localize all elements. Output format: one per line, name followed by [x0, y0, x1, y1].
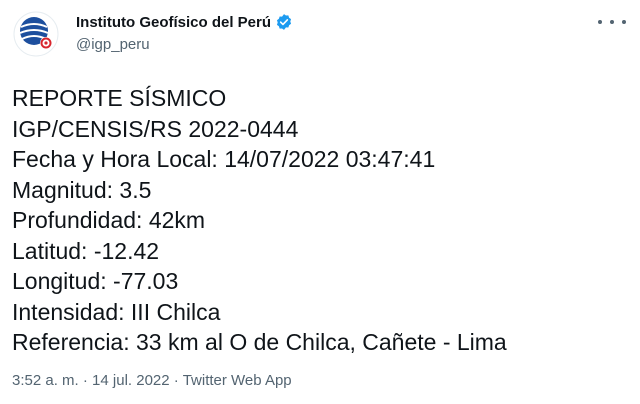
tweet-line-intensity: Intensidad: III Chilca	[12, 298, 221, 325]
tweet-line-datetime: Fecha y Hora Local: 14/07/2022 03:47:41	[12, 146, 436, 172]
tweet-text: REPORTE SÍSMICO IGP/CENSIS/RS 2022-0444 …	[12, 83, 632, 358]
tweet-line-magnitude: Magnitud: 3.5	[12, 176, 152, 203]
more-dot	[610, 20, 614, 24]
tweet-timestamp-date[interactable]: 14 jul. 2022	[92, 372, 170, 389]
meta-separator: ·	[82, 372, 88, 389]
tweet-timestamp-time[interactable]: 3:52 a. m.	[12, 372, 79, 389]
author-name-row: Instituto Geofísico del Perú	[76, 12, 293, 32]
more-dot	[598, 20, 602, 24]
tweet-line-latitude: Latitud: -12.42	[12, 237, 160, 264]
meta-separator: ·	[173, 372, 179, 389]
tweet-line-longitude: Longitud: -77.03	[12, 268, 179, 294]
tweet-line-reference: Referencia: 33 km al O de Chilca, Cañete…	[12, 329, 507, 355]
tweet-metadata: 3:52 a. m. · 14 jul. 2022 · Twitter Web …	[12, 372, 292, 389]
author-handle[interactable]: @igp_peru	[76, 36, 293, 53]
author-display-name[interactable]: Instituto Geofísico del Perú	[76, 14, 271, 31]
more-options-icon[interactable]	[598, 12, 626, 32]
tweet-card: Instituto Geofísico del Perú @igp_peru R…	[0, 0, 640, 404]
tweet-line-depth: Profundidad: 42km	[12, 207, 206, 233]
verified-badge-icon	[276, 14, 292, 30]
tweet-source[interactable]: Twitter Web App	[183, 372, 292, 389]
igp-logo-avatar[interactable]	[12, 10, 60, 58]
author-block: Instituto Geofísico del Perú @igp_peru	[76, 12, 293, 53]
more-dot	[622, 20, 626, 24]
tweet-line-title: REPORTE SÍSMICO	[12, 85, 227, 111]
tweet-line-report-id: IGP/CENSIS/RS 2022-0444	[12, 115, 299, 142]
